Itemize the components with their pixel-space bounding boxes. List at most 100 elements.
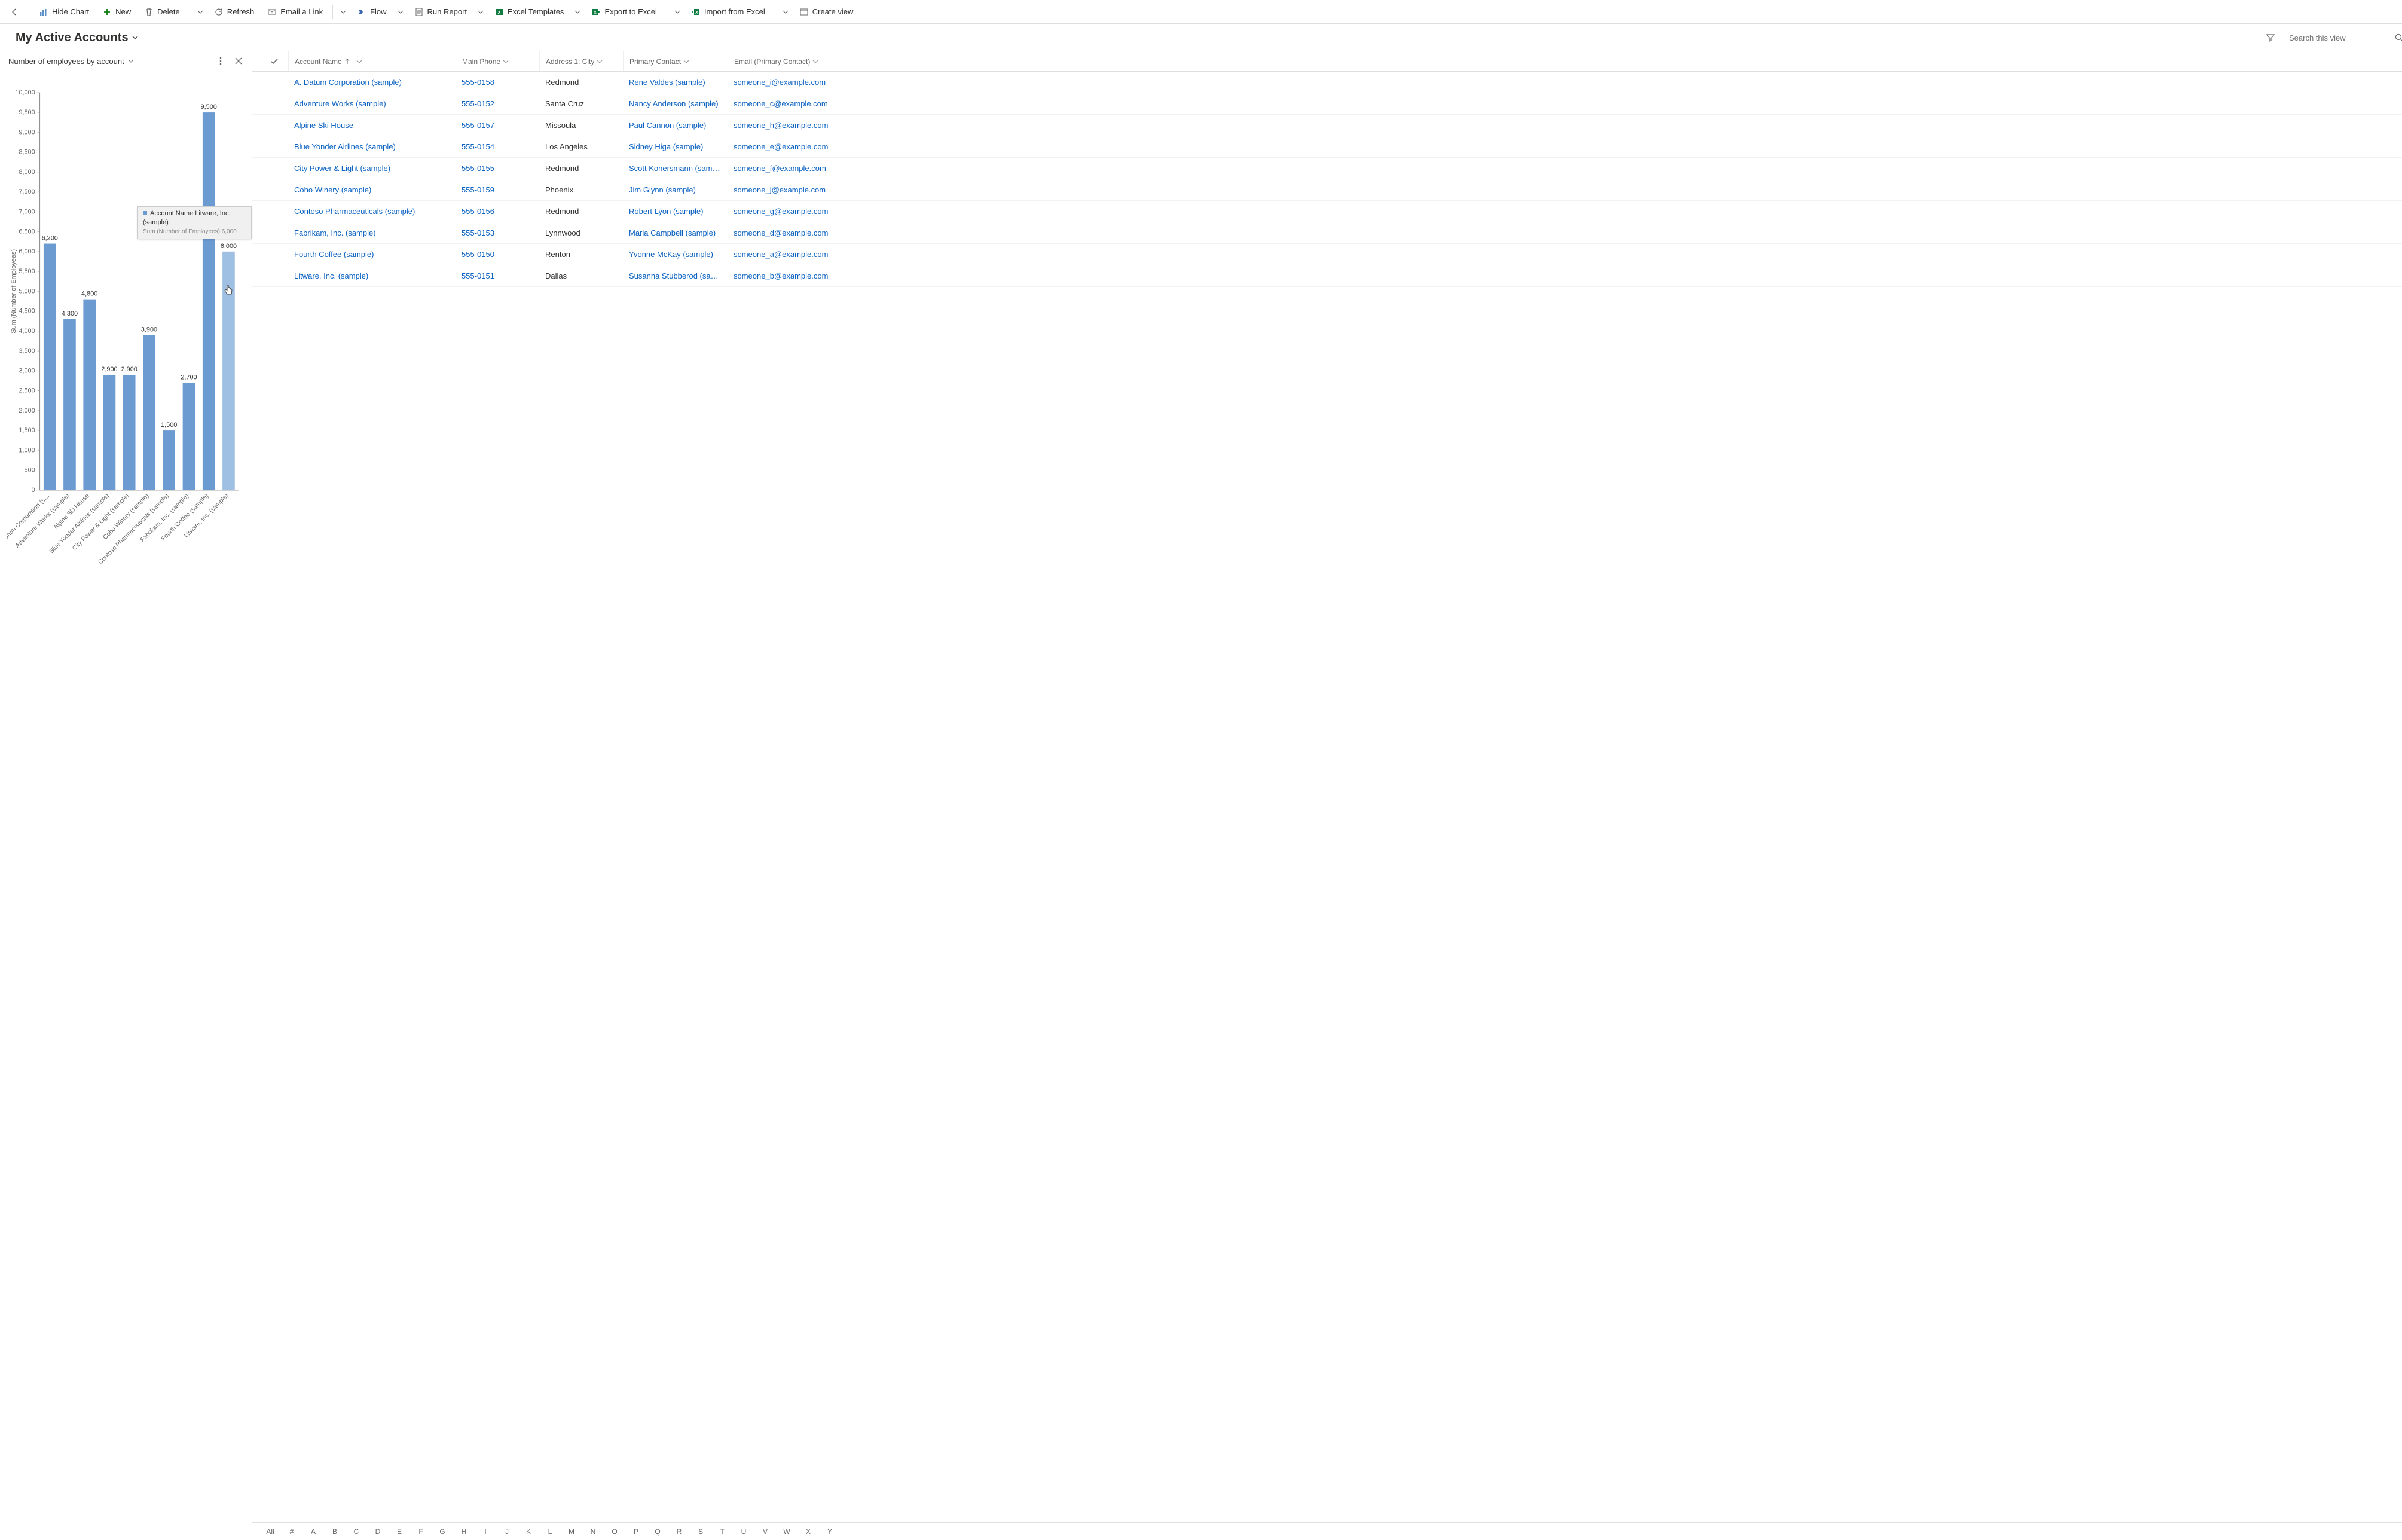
cell-email[interactable]: someone_b@example.com	[728, 271, 2402, 280]
new-button[interactable]: New	[96, 2, 137, 22]
search-input[interactable]	[2289, 33, 2394, 42]
close-icon[interactable]	[234, 56, 243, 66]
bar-chart[interactable]: 05001,0001,5002,0002,5003,0003,5004,0004…	[7, 81, 245, 1522]
cell-account-name[interactable]: A. Datum Corporation (sample)	[288, 78, 456, 87]
cell-primary-contact[interactable]: Jim Glynn (sample)	[623, 185, 728, 194]
alpha-d[interactable]: D	[368, 1527, 387, 1536]
chart-selector[interactable]: Number of employees by account	[8, 57, 134, 66]
run-report-button[interactable]: Run Report	[408, 2, 473, 22]
view-selector[interactable]: My Active Accounts	[16, 31, 138, 45]
email-link-dropdown[interactable]	[337, 2, 350, 22]
alpha-k[interactable]: K	[519, 1527, 538, 1536]
column-email[interactable]: Email (Primary Contact)	[728, 51, 2402, 71]
chart-bar[interactable]	[63, 319, 76, 490]
cell-account-name[interactable]: Fabrikam, Inc. (sample)	[288, 228, 456, 237]
export-excel-button[interactable]: X Export to Excel	[585, 2, 662, 22]
table-row[interactable]: Fabrikam, Inc. (sample)555-0153LynnwoodM…	[252, 222, 2402, 244]
alpha-h[interactable]: H	[454, 1527, 473, 1536]
cell-main-phone[interactable]: 555-0154	[456, 142, 539, 151]
chart-bar[interactable]	[203, 112, 215, 490]
alpha-e[interactable]: E	[390, 1527, 409, 1536]
cell-main-phone[interactable]: 555-0150	[456, 250, 539, 259]
alpha-x[interactable]: X	[799, 1527, 818, 1536]
cell-primary-contact[interactable]: Scott Konersmann (sample)	[623, 164, 728, 173]
cell-main-phone[interactable]: 555-0158	[456, 78, 539, 87]
cell-primary-contact[interactable]: Paul Cannon (sample)	[623, 121, 728, 130]
search-box[interactable]	[2284, 30, 2391, 45]
table-row[interactable]: Blue Yonder Airlines (sample)555-0154Los…	[252, 136, 2402, 158]
grid-body[interactable]: A. Datum Corporation (sample)555-0158Red…	[252, 72, 2402, 1522]
cell-account-name[interactable]: Fourth Coffee (sample)	[288, 250, 456, 259]
import-excel-button[interactable]: X Import from Excel	[685, 2, 771, 22]
column-account-name[interactable]: Account Name	[288, 51, 456, 71]
table-row[interactable]: A. Datum Corporation (sample)555-0158Red…	[252, 72, 2402, 93]
alpha-p[interactable]: P	[627, 1527, 646, 1536]
alpha-c[interactable]: C	[347, 1527, 366, 1536]
cell-email[interactable]: someone_a@example.com	[728, 250, 2402, 259]
cell-primary-contact[interactable]: Sidney Higa (sample)	[623, 142, 728, 151]
alpha-t[interactable]: T	[713, 1527, 732, 1536]
excel-templates-dropdown[interactable]	[571, 2, 584, 22]
table-row[interactable]: Adventure Works (sample)555-0152Santa Cr…	[252, 93, 2402, 115]
alpha-f[interactable]: F	[411, 1527, 430, 1536]
more-icon[interactable]	[216, 56, 225, 66]
delete-dropdown[interactable]	[194, 2, 207, 22]
run-report-dropdown[interactable]	[474, 2, 487, 22]
alpha-w[interactable]: W	[777, 1527, 796, 1536]
chart-bar[interactable]	[123, 375, 136, 490]
create-view-button[interactable]: Create view	[793, 2, 860, 22]
alpha-a[interactable]: A	[304, 1527, 323, 1536]
cell-email[interactable]: someone_e@example.com	[728, 142, 2402, 151]
cell-main-phone[interactable]: 555-0151	[456, 271, 539, 280]
cell-primary-contact[interactable]: Yvonne McKay (sample)	[623, 250, 728, 259]
delete-button[interactable]: Delete	[138, 2, 186, 22]
export-excel-dropdown[interactable]	[671, 2, 684, 22]
alpha-#[interactable]: #	[282, 1527, 301, 1536]
alpha-i[interactable]: I	[476, 1527, 495, 1536]
column-main-phone[interactable]: Main Phone	[456, 51, 539, 71]
alpha-q[interactable]: Q	[648, 1527, 667, 1536]
alpha-u[interactable]: U	[734, 1527, 753, 1536]
chart-bar[interactable]	[44, 244, 56, 490]
table-row[interactable]: Fourth Coffee (sample)555-0150RentonYvon…	[252, 244, 2402, 265]
alpha-l[interactable]: L	[540, 1527, 560, 1536]
alpha-m[interactable]: M	[562, 1527, 581, 1536]
cell-email[interactable]: someone_f@example.com	[728, 164, 2402, 173]
cell-main-phone[interactable]: 555-0159	[456, 185, 539, 194]
cell-account-name[interactable]: Adventure Works (sample)	[288, 99, 456, 108]
cell-account-name[interactable]: Blue Yonder Airlines (sample)	[288, 142, 456, 151]
cell-main-phone[interactable]: 555-0155	[456, 164, 539, 173]
cell-main-phone[interactable]: 555-0157	[456, 121, 539, 130]
alpha-b[interactable]: B	[325, 1527, 344, 1536]
cell-account-name[interactable]: Alpine Ski House	[288, 121, 456, 130]
cell-primary-contact[interactable]: Rene Valdes (sample)	[623, 78, 728, 87]
cell-primary-contact[interactable]: Susanna Stubberod (sample)	[623, 271, 728, 280]
cell-account-name[interactable]: Contoso Pharmaceuticals (sample)	[288, 207, 456, 216]
cell-primary-contact[interactable]: Nancy Anderson (sample)	[623, 99, 728, 108]
alpha-o[interactable]: O	[605, 1527, 624, 1536]
refresh-button[interactable]: Refresh	[208, 2, 261, 22]
table-row[interactable]: Coho Winery (sample)555-0159PhoenixJim G…	[252, 179, 2402, 201]
filter-icon[interactable]	[2266, 33, 2275, 42]
cell-email[interactable]: someone_i@example.com	[728, 78, 2402, 87]
alpha-v[interactable]: V	[756, 1527, 775, 1536]
import-excel-dropdown[interactable]	[779, 2, 792, 22]
table-row[interactable]: City Power & Light (sample)555-0155Redmo…	[252, 158, 2402, 179]
chart-bar[interactable]	[143, 335, 155, 490]
column-city[interactable]: Address 1: City	[539, 51, 623, 71]
cell-email[interactable]: someone_d@example.com	[728, 228, 2402, 237]
cell-main-phone[interactable]: 555-0153	[456, 228, 539, 237]
hide-chart-button[interactable]: Hide Chart	[33, 2, 95, 22]
table-row[interactable]: Contoso Pharmaceuticals (sample)555-0156…	[252, 201, 2402, 222]
cell-email[interactable]: someone_j@example.com	[728, 185, 2402, 194]
column-primary-contact[interactable]: Primary Contact	[623, 51, 728, 71]
cell-primary-contact[interactable]: Maria Campbell (sample)	[623, 228, 728, 237]
email-link-button[interactable]: Email a Link	[261, 2, 329, 22]
cell-email[interactable]: someone_g@example.com	[728, 207, 2402, 216]
alpha-s[interactable]: S	[691, 1527, 710, 1536]
cell-account-name[interactable]: City Power & Light (sample)	[288, 164, 456, 173]
cell-main-phone[interactable]: 555-0156	[456, 207, 539, 216]
alpha-r[interactable]: R	[670, 1527, 689, 1536]
alpha-j[interactable]: J	[497, 1527, 517, 1536]
alpha-y[interactable]: Y	[820, 1527, 839, 1536]
